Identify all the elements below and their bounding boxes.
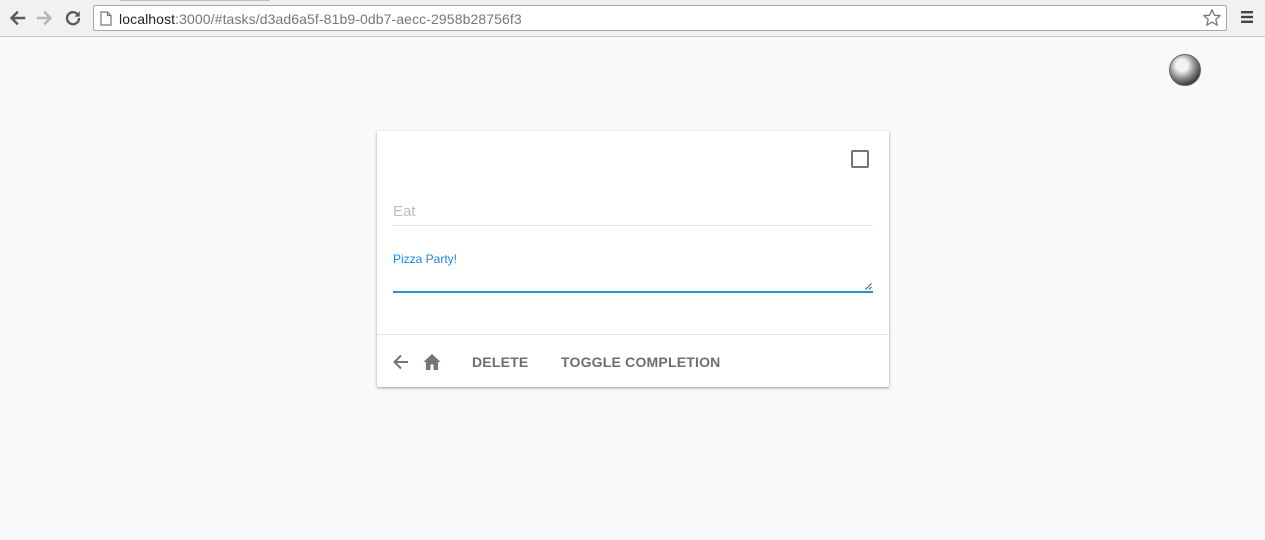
browser-forward-button[interactable] [35,8,55,28]
browser-toolbar: localhost:3000/#tasks/d3ad6a5f-81b9-0db7… [0,0,1265,37]
resize-handle-icon[interactable] [864,282,872,290]
page-icon [100,11,112,26]
url-path: :3000/#tasks/d3ad6a5f-81b9-0db7-aecc-295… [175,11,522,27]
browser-back-button[interactable] [7,8,27,28]
browser-reload-button[interactable] [63,8,83,28]
hamburger-menu-icon[interactable] [1240,10,1254,24]
card-actions: DELETE TOGGLE COMPLETION [377,334,889,387]
task-title-placeholder: Eat [393,203,416,220]
home-icon[interactable] [422,352,442,372]
arrow-right-icon [36,10,53,26]
arrow-back-icon[interactable] [391,352,411,372]
toggle-completion-button[interactable]: TOGGLE COMPLETION [561,354,720,370]
task-description-label: Pizza Party! [393,252,458,266]
user-avatar[interactable] [1169,54,1201,86]
task-card: Eat Pizza Party! DELETE TOGGLE COMPLETIO… [377,131,889,387]
task-description-field[interactable]: Pizza Party! [393,249,873,293]
task-title-field[interactable]: Eat [393,195,873,226]
star-icon[interactable] [1202,8,1222,28]
task-complete-checkbox[interactable] [851,150,869,168]
tab-strip-edge [120,0,270,1]
reload-icon [65,11,81,26]
arrow-left-icon [9,10,26,26]
address-bar[interactable]: localhost:3000/#tasks/d3ad6a5f-81b9-0db7… [93,5,1227,31]
delete-button[interactable]: DELETE [472,354,528,370]
url-host: localhost [119,11,176,27]
url-text: localhost:3000/#tasks/d3ad6a5f-81b9-0db7… [119,11,522,27]
